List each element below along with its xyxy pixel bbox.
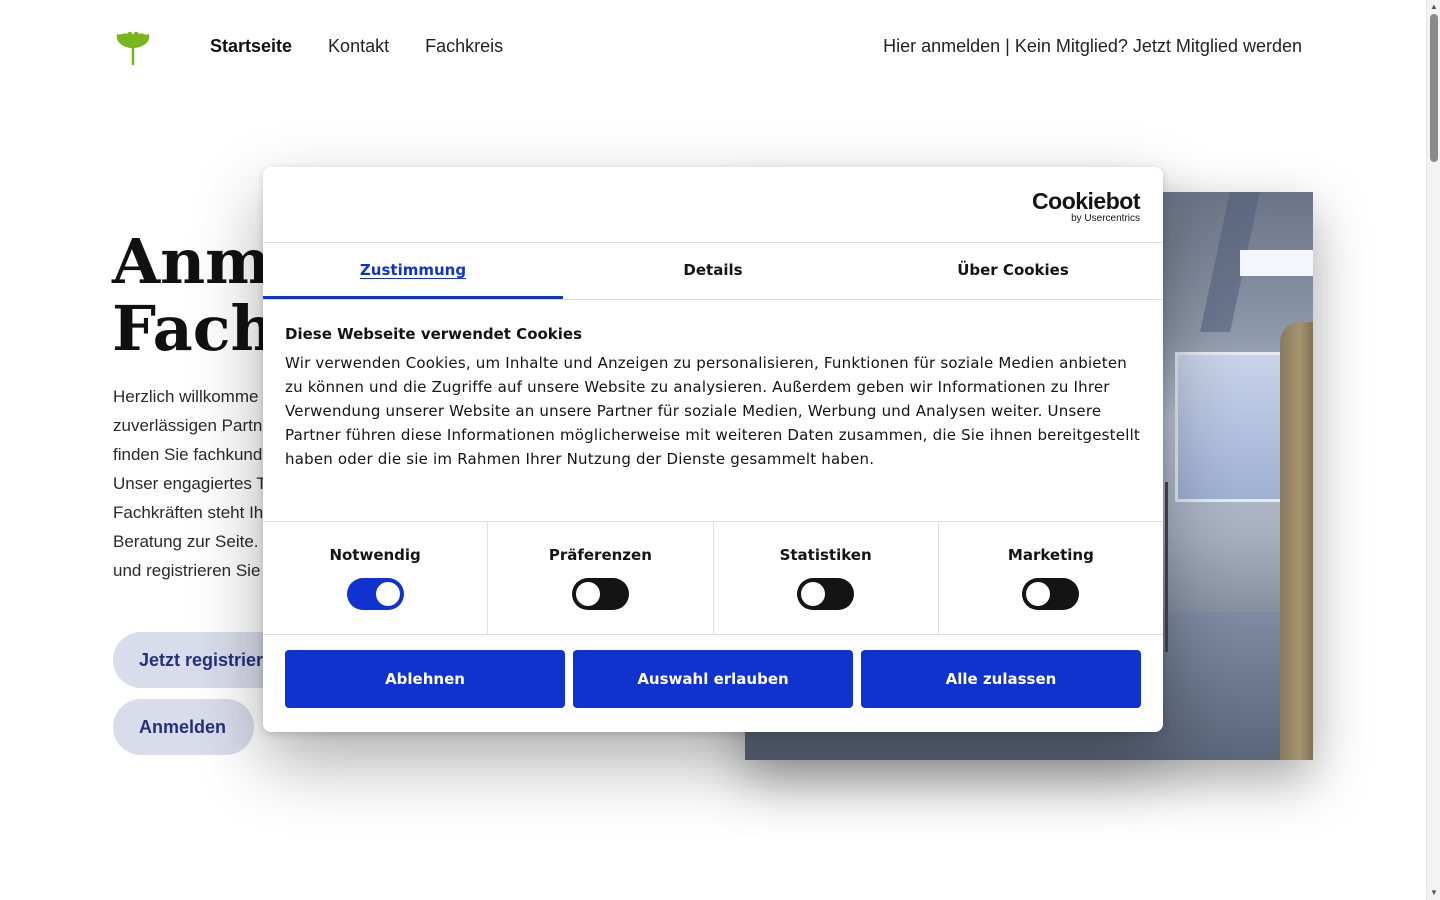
tab-ueber-cookies[interactable]: Über Cookies <box>863 243 1163 299</box>
switch-knob <box>575 582 600 606</box>
praeferenzen-switch[interactable] <box>571 578 629 610</box>
reject-button[interactable]: Ablehnen <box>285 650 565 708</box>
nav-fachkreis[interactable]: Fachkreis <box>425 36 503 57</box>
main-nav: Startseite Kontakt Fachkreis <box>210 36 503 57</box>
ginkgo-leaf-icon[interactable] <box>113 26 153 66</box>
toggle-label: Präferenzen <box>548 546 652 564</box>
scroll-down-icon[interactable]: ▼ <box>1430 888 1438 898</box>
photo-window <box>1175 352 1293 502</box>
cookie-dialog-header: Cookiebot by Usercentrics <box>263 167 1163 243</box>
cookie-category-toggles: Notwendig Präferenzen Statistiken Market… <box>263 522 1163 635</box>
allow-all-button[interactable]: Alle zulassen <box>861 650 1141 708</box>
nav-kontakt[interactable]: Kontakt <box>328 36 389 57</box>
login-button[interactable]: Anmelden <box>113 699 254 755</box>
cookie-tabs: Zustimmung Details Über Cookies <box>263 243 1163 300</box>
cookie-consent-dialog: Cookiebot by Usercentrics Zustimmung Det… <box>263 167 1163 732</box>
cookiebot-brand-sub: by Usercentrics <box>1071 213 1140 224</box>
marketing-switch[interactable] <box>1022 578 1080 610</box>
cookiebot-brand: Cookiebot <box>1032 188 1140 214</box>
site-header: Startseite Kontakt Fachkreis Hier anmeld… <box>0 0 1426 92</box>
login-link[interactable]: Hier anmelden <box>883 36 1000 56</box>
scroll-thumb[interactable] <box>1430 14 1438 162</box>
tab-details[interactable]: Details <box>563 243 863 299</box>
nav-startseite[interactable]: Startseite <box>210 36 292 57</box>
photo-pillar <box>1280 322 1313 760</box>
toggle-marketing: Marketing <box>939 522 1163 634</box>
toggle-label: Marketing <box>1007 546 1094 564</box>
cookie-description: Wir verwenden Cookies, um Inhalte und An… <box>285 354 1141 468</box>
toggle-label: Statistiken <box>779 546 872 564</box>
cookie-dialog-body: Diese Webseite verwendet Cookies Wir ver… <box>263 300 1163 522</box>
page-scrollbar[interactable]: ▲ ▼ <box>1426 0 1440 900</box>
notwendig-switch[interactable] <box>346 578 404 610</box>
auth-links: Hier anmelden | Kein Mitglied? Jetzt Mit… <box>883 36 1302 57</box>
cookiebot-logo: Cookiebot by Usercentrics <box>1032 189 1140 224</box>
auth-separator: | <box>1000 36 1015 56</box>
toggle-praeferenzen: Präferenzen <box>488 522 714 634</box>
scroll-up-icon[interactable]: ▲ <box>1430 2 1438 12</box>
photo-ceiling-light <box>1240 250 1313 276</box>
toggle-label: Notwendig <box>329 546 421 564</box>
statistiken-switch[interactable] <box>797 578 855 610</box>
photo-cart <box>1165 482 1185 652</box>
switch-knob <box>801 582 826 606</box>
switch-knob <box>1026 582 1051 606</box>
tab-zustimmung[interactable]: Zustimmung <box>263 243 563 299</box>
toggle-statistiken: Statistiken <box>714 522 939 634</box>
signup-link[interactable]: Kein Mitglied? Jetzt Mitglied werden <box>1015 36 1302 56</box>
switch-knob <box>375 582 400 606</box>
cookie-actions: Ablehnen Auswahl erlauben Alle zulassen <box>263 635 1163 708</box>
toggle-notwendig: Notwendig <box>263 522 489 634</box>
allow-selection-button[interactable]: Auswahl erlauben <box>573 650 853 708</box>
cookie-heading: Diese Webseite verwendet Cookies <box>285 325 583 343</box>
